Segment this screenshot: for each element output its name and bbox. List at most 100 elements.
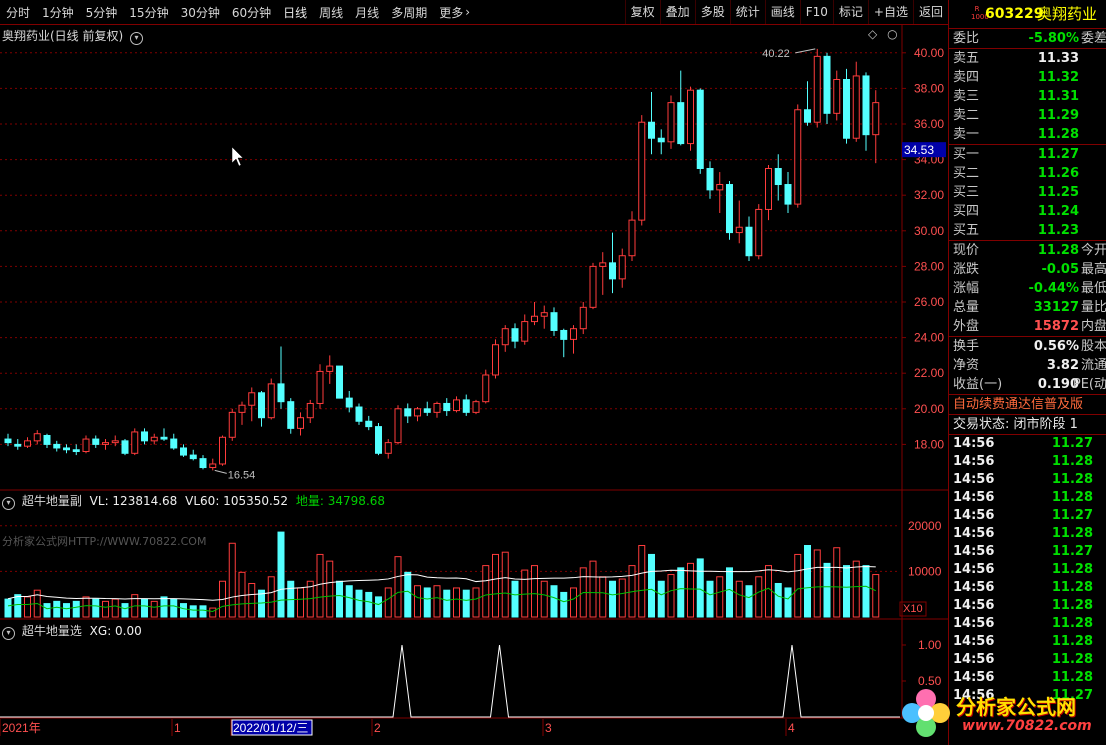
candle-body: [345, 397, 353, 408]
volume-bar: [823, 562, 831, 618]
candle-body: [765, 168, 772, 210]
volume-bar: [638, 544, 646, 618]
toolbar-button-0[interactable]: 复权: [624, 0, 660, 24]
volume-bar: [404, 571, 412, 618]
candle-body: [638, 121, 646, 221]
ask-row-4-value: 11.28: [1037, 127, 1079, 142]
stat-row-1: 涨跌 -0.05 最高: [949, 260, 1106, 279]
period-tab-2[interactable]: 5分钟: [80, 4, 124, 21]
toolbar-button-7[interactable]: +自选: [867, 0, 913, 24]
bid-row-2-value: 11.25: [1037, 185, 1079, 200]
volume-bar: [423, 587, 431, 618]
tick-time: 14:56: [953, 598, 995, 613]
candle-body: [121, 440, 129, 454]
candle-body: [540, 312, 548, 317]
period-tab-6[interactable]: 日线: [277, 4, 313, 21]
tick-row: 14:56 11.28: [949, 471, 1106, 489]
volume-bar: [492, 553, 499, 618]
bid-row-2: 买三 11.25: [949, 183, 1106, 202]
candle-body: [170, 438, 178, 449]
volume-bar: [794, 553, 802, 618]
ask-row-4-label: 卖一: [953, 127, 980, 142]
candle-body: [189, 454, 197, 460]
toolbar-button-6[interactable]: 标记: [832, 0, 868, 24]
candle-body: [872, 102, 880, 136]
volume-bar: [726, 567, 733, 618]
period-tab-4[interactable]: 30分钟: [175, 4, 226, 21]
stat-row-1-value: -0.05: [1041, 262, 1079, 277]
candle-body: [287, 401, 295, 429]
period-tab-10[interactable]: 更多: [433, 4, 465, 21]
kline-chart[interactable]: 40.0038.0036.0034.0032.0030.0028.0026.00…: [0, 25, 948, 745]
period-tab-5[interactable]: 60分钟: [226, 4, 277, 21]
candle-body: [355, 406, 363, 422]
candle-body: [43, 435, 51, 445]
candle-body: [784, 184, 792, 205]
tick-price: 11.28: [1051, 454, 1093, 469]
stat-row-1-label: 涨跌: [953, 262, 980, 277]
period-tab-8[interactable]: 月线: [349, 4, 385, 21]
volume-bar: [472, 587, 480, 618]
main-chart-controls: ◇ ○: [868, 27, 898, 41]
candle-body: [404, 408, 412, 417]
candle-body: [745, 226, 753, 257]
tick-price: 11.28: [1051, 472, 1093, 487]
candle-body: [618, 255, 626, 280]
tick-price: 11.28: [1051, 562, 1093, 577]
toolbar-button-8[interactable]: 返回: [912, 0, 948, 24]
tick-row: 14:56 11.27: [949, 543, 1106, 561]
tick-time: 14:56: [953, 472, 995, 487]
volume-bar: [209, 607, 217, 618]
vol-tick-label: 10000: [908, 564, 942, 578]
ask-row-1-value: 11.32: [1037, 70, 1079, 85]
toolbar-button-5[interactable]: F10: [799, 0, 833, 24]
date-month-label: 1: [174, 721, 181, 735]
volume-bar: [111, 598, 119, 618]
period-tab-1[interactable]: 1分钟: [36, 4, 80, 21]
diamond-icon[interactable]: ◇: [868, 27, 877, 41]
price-tick-label: 28.00: [914, 259, 944, 273]
period-tab-7[interactable]: 周线: [313, 4, 349, 21]
settings-dot-icon[interactable]: ○: [887, 27, 897, 41]
tick-time: 14:56: [953, 580, 995, 595]
volume-bar: [180, 603, 187, 618]
bid-row-2-label: 买三: [953, 185, 980, 200]
candle-body: [696, 89, 704, 169]
period-tab-0[interactable]: 分时: [0, 4, 36, 21]
candle-body: [141, 431, 148, 442]
volume-bar: [102, 600, 109, 618]
volume-panel-title: ▾ 超牛地量副 VL: 123814.68 VL60: 105350.52 地量…: [2, 492, 385, 510]
toolbar-button-2[interactable]: 多股: [694, 0, 730, 24]
period-tab-9[interactable]: 多周期: [385, 4, 433, 21]
chevron-down-icon[interactable]: ▾: [2, 497, 15, 510]
volume-bar: [570, 587, 577, 618]
chevron-down-icon[interactable]: ▾: [2, 627, 15, 640]
volume-bar: [14, 594, 22, 618]
volume-bar: [277, 531, 285, 618]
stat-row-3: 总量 33127 量比: [949, 298, 1106, 317]
stat-row-0: 现价 11.28 今开: [949, 241, 1106, 260]
tick-price: 11.27: [1051, 544, 1093, 559]
candle-body: [755, 208, 763, 257]
volume-bar: [92, 598, 100, 618]
volume-bar: [667, 574, 675, 618]
volume-bar: [267, 576, 275, 618]
stat2-row-2-label2: PE(动: [1072, 377, 1106, 392]
date-month-label: 2: [374, 721, 381, 735]
toolbar-button-4[interactable]: 画线: [764, 0, 800, 24]
volume-bar: [735, 580, 743, 618]
more-chevron-icon[interactable]: ›: [465, 5, 470, 19]
toolbar-button-1[interactable]: 叠加: [659, 0, 695, 24]
candle-body: [716, 184, 724, 191]
xg-indicator-name: 超牛地量选: [21, 624, 82, 638]
candle-body: [267, 383, 275, 419]
weibi-row-label2: 委差: [1080, 31, 1106, 46]
chevron-down-icon[interactable]: ▾: [130, 32, 144, 45]
toolbar-button-3[interactable]: 统计: [729, 0, 765, 24]
volume-bar: [589, 560, 597, 618]
volume-bar: [375, 596, 382, 618]
stat-row-0-label: 现价: [953, 243, 980, 258]
period-tab-3[interactable]: 15分钟: [123, 4, 174, 21]
tick-time: 14:56: [953, 544, 995, 559]
chart-area[interactable]: 40.00 38.00 36.00 34.00 32.00 30.00 28.00 26.00…: [0, 25, 948, 745]
